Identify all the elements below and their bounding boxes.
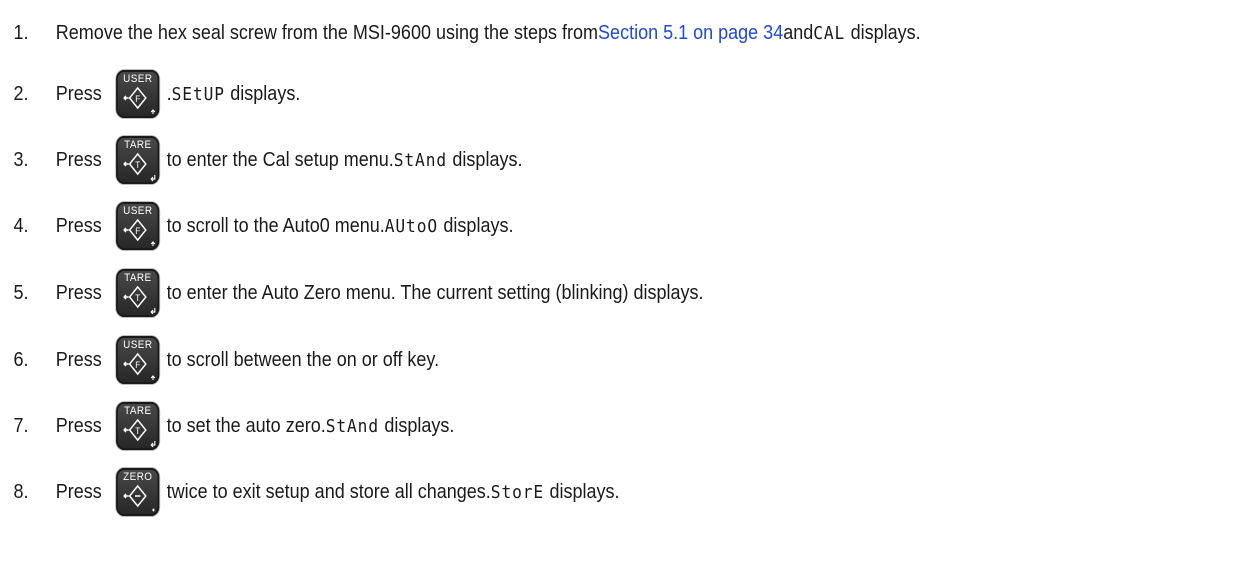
user-key-button: USER F bbox=[116, 202, 160, 250]
svg-text:F: F bbox=[135, 226, 140, 237]
step-text: displays. bbox=[850, 21, 921, 44]
procedure-steps: 1. Remove the hex seal screw from the MS… bbox=[0, 0, 1243, 561]
step-number: 7. bbox=[13, 414, 29, 437]
f-key-icon: F bbox=[123, 218, 156, 246]
step-text: Remove the hex seal screw from the MSI-9… bbox=[55, 21, 599, 44]
display-readout: StAnd bbox=[325, 415, 379, 437]
svg-text:F: F bbox=[135, 360, 140, 371]
step-8: 8. Press ZERO twice to exit setup and st… bbox=[0, 462, 620, 522]
press-label: Press bbox=[55, 148, 102, 171]
press-label: Press bbox=[55, 414, 102, 437]
user-key-button: USER F bbox=[116, 70, 160, 118]
display-readout: AUtoO bbox=[384, 215, 439, 237]
user-key-button: USER F bbox=[116, 336, 160, 384]
step-6: 6. Press USER F to scroll between the on… bbox=[0, 330, 439, 390]
press-label: Press bbox=[55, 480, 102, 503]
step-4: 4. Press USER F to scroll to the Auto0 m… bbox=[0, 196, 513, 256]
step-text: to scroll between the on or off key. bbox=[166, 348, 440, 371]
step-number: 2. bbox=[13, 82, 29, 105]
step-7: 7. Press TARE T to set the auto zero. St… bbox=[0, 396, 454, 456]
svg-text:T: T bbox=[135, 426, 141, 437]
step-text: displays. bbox=[230, 82, 301, 105]
step-text: displays. bbox=[443, 214, 514, 237]
zero-key-button: ZERO bbox=[116, 468, 160, 516]
step-number: 6. bbox=[13, 348, 29, 371]
svg-text:T: T bbox=[135, 160, 141, 171]
section-link[interactable]: Section 5.1 on page 34 bbox=[598, 22, 783, 45]
tare-key-button: TARE T bbox=[116, 269, 160, 317]
t-key-icon: T bbox=[123, 152, 156, 182]
svg-text:T: T bbox=[135, 293, 141, 304]
step-number: 1. bbox=[13, 21, 29, 44]
step-1: 1. Remove the hex seal screw from the MS… bbox=[0, 3, 921, 63]
press-label: Press bbox=[55, 214, 102, 237]
step-text: to scroll to the Auto0 menu. bbox=[166, 214, 385, 237]
display-readout: SEtUP bbox=[171, 83, 225, 105]
step-text: to enter the Auto Zero menu. The current… bbox=[166, 281, 704, 304]
tare-key-button: TARE T bbox=[116, 136, 160, 184]
step-text: to enter the Cal setup menu. bbox=[166, 148, 394, 171]
t-key-icon: T bbox=[123, 418, 156, 448]
press-label: Press bbox=[55, 281, 102, 304]
step-number: 4. bbox=[13, 214, 29, 237]
step-text: to set the auto zero. bbox=[166, 414, 326, 437]
svg-text:F: F bbox=[135, 94, 140, 105]
step-text: displays. bbox=[384, 414, 455, 437]
f-key-icon: F bbox=[123, 352, 156, 380]
zero-key-icon bbox=[123, 484, 155, 512]
f-key-icon: F bbox=[123, 86, 156, 114]
display-readout: StorE bbox=[490, 481, 545, 503]
step-text: displays. bbox=[549, 480, 620, 503]
step-number: 3. bbox=[13, 148, 29, 171]
step-number: 5. bbox=[13, 281, 29, 304]
tare-key-button: TARE T bbox=[116, 402, 160, 450]
press-label: Press bbox=[55, 348, 102, 371]
t-key-icon: T bbox=[123, 285, 156, 315]
press-label: Press bbox=[55, 82, 102, 105]
step-5: 5. Press TARE T to enter the Auto Zero m… bbox=[0, 263, 704, 323]
step-text: twice to exit setup and store all change… bbox=[166, 480, 491, 503]
step-text: displays. bbox=[452, 148, 523, 171]
step-3: 3. Press TARE T to enter the Cal setup m… bbox=[0, 130, 522, 190]
step-2: 2. Press USER F . SEtUP displays. bbox=[0, 64, 300, 124]
step-text: and bbox=[783, 21, 814, 44]
display-readout: StAnd bbox=[393, 149, 448, 171]
display-readout: CAL bbox=[813, 22, 846, 44]
step-number: 8. bbox=[13, 480, 29, 503]
